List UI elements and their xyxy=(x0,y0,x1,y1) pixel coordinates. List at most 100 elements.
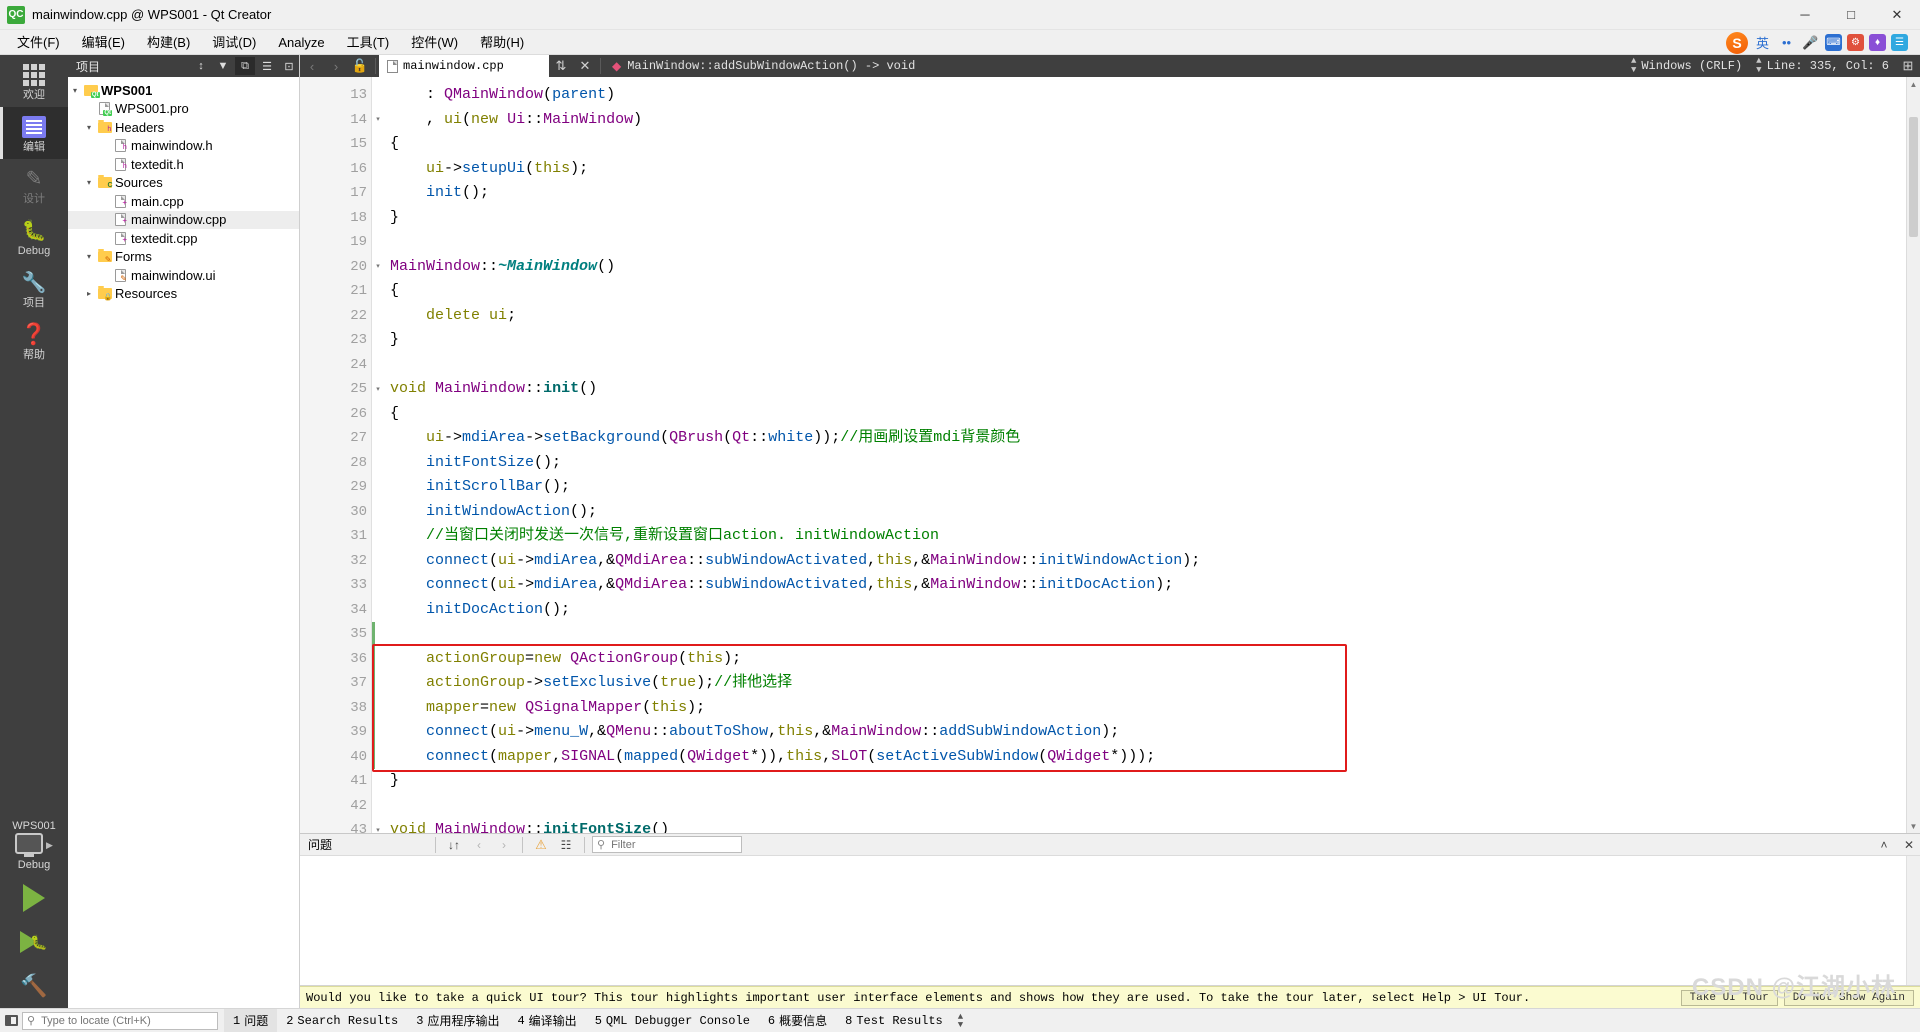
run-button[interactable] xyxy=(0,876,68,920)
divider xyxy=(522,837,523,853)
ime-punctuation-icon[interactable]: •• xyxy=(1777,33,1796,52)
mode-edit[interactable]: 编辑 xyxy=(0,107,68,159)
code-editor[interactable]: 1314▾151617181920▾2122232425▾26272829303… xyxy=(300,77,1920,833)
mode-welcome[interactable]: 欢迎 xyxy=(0,55,68,107)
output-button-search-results[interactable]: 2 Search Results xyxy=(277,1009,407,1032)
tree-item-mainwindow-cpp[interactable]: mainwindow.cpp xyxy=(68,211,299,230)
tree-item-mainwindow-ui[interactable]: mainwindow.ui xyxy=(68,266,299,285)
locator-input[interactable] xyxy=(39,1014,213,1028)
close-split-icon[interactable]: ⊡ xyxy=(279,57,299,75)
filter-toggle-icon[interactable]: ☷ xyxy=(555,835,577,855)
mode-debug[interactable]: 🐛 Debug xyxy=(0,211,68,263)
prev-issue-icon[interactable]: ‹ xyxy=(468,835,490,855)
monitor-icon xyxy=(15,833,43,857)
output-button-compile-output[interactable]: 4 编译输出 xyxy=(508,1009,585,1032)
issues-scrollbar[interactable] xyxy=(1906,856,1920,985)
output-button-test-results[interactable]: 8 Test Results xyxy=(836,1009,952,1032)
close-button[interactable]: ✕ xyxy=(1874,0,1920,30)
ime-skin-icon[interactable]: ♦ xyxy=(1869,34,1886,51)
editor-list-icon[interactable]: ⇅ xyxy=(549,55,573,77)
twisty-icon[interactable]: ▾ xyxy=(82,123,96,132)
issues-filter[interactable]: ⚲ xyxy=(592,836,742,853)
menu-file[interactable]: 文件(F) xyxy=(6,33,71,52)
ime-keyboard-icon[interactable]: ⌨ xyxy=(1825,34,1842,51)
ime-mic-icon[interactable]: 🎤 xyxy=(1801,33,1820,52)
forms-folder-icon xyxy=(96,251,113,262)
tree-item-pro-file[interactable]: WPS001.pro xyxy=(68,100,299,119)
dismiss-tour-button[interactable]: Do Not Show Again xyxy=(1784,990,1914,1006)
ime-menu-icon[interactable]: ☰ xyxy=(1891,34,1908,51)
code-line: MainWindow::~MainWindow() xyxy=(372,255,1920,280)
output-button-issues[interactable]: 1 问题 xyxy=(224,1009,277,1032)
twisty-icon[interactable]: ▾ xyxy=(68,86,82,95)
output-updown-icon[interactable]: ▲▼ xyxy=(958,1013,963,1029)
ime-language-icon[interactable]: 英 xyxy=(1753,33,1772,52)
close-editor-icon[interactable]: ✕ xyxy=(573,55,597,77)
scroll-up-icon[interactable]: ▲ xyxy=(1907,77,1920,91)
output-button-general-messages[interactable]: 6 概要信息 xyxy=(759,1009,836,1032)
body: 欢迎 编辑 ✎ 设计 🐛 Debug 🔧 项目 ❓ 帮 xyxy=(0,55,1920,1008)
close-pane-icon[interactable]: ✕ xyxy=(1898,835,1920,855)
tree-item-sources[interactable]: ▾ Sources xyxy=(68,174,299,193)
menu-window[interactable]: 控件(W) xyxy=(400,33,469,52)
nav-back-icon[interactable]: ‹ xyxy=(300,55,324,77)
mode-design[interactable]: ✎ 设计 xyxy=(0,159,68,211)
twisty-icon[interactable]: ▾ xyxy=(82,252,96,261)
take-tour-button[interactable]: Take UI Tour xyxy=(1681,990,1778,1006)
output-button-app-output[interactable]: 3 应用程序输出 xyxy=(407,1009,508,1032)
hammer-icon: 🔨 xyxy=(20,973,47,999)
tree-item-forms[interactable]: ▾ Forms xyxy=(68,248,299,267)
mode-projects[interactable]: 🔧 项目 xyxy=(0,263,68,315)
menu-tools[interactable]: 工具(T) xyxy=(336,33,401,52)
tree-item-main-cpp[interactable]: main.cpp xyxy=(68,192,299,211)
output-label: QML Debugger Console xyxy=(606,1014,750,1028)
filter-icon[interactable]: ▼ xyxy=(213,57,233,75)
minimize-pane-icon[interactable]: ˄ xyxy=(1873,835,1895,855)
minimize-button[interactable]: ─ xyxy=(1782,0,1828,30)
output-button-qml-console[interactable]: 5 QML Debugger Console xyxy=(586,1009,759,1032)
tree-item-project[interactable]: ▾ WPS001 xyxy=(68,81,299,100)
unlock-icon[interactable]: 🔓 xyxy=(348,55,372,77)
sort-icon[interactable]: ↓↑ xyxy=(443,835,465,855)
add-split-icon[interactable]: ☰ xyxy=(257,57,277,75)
sync-selection-icon[interactable]: ↕ xyxy=(191,57,211,75)
build-button[interactable]: 🔨 xyxy=(0,964,68,1008)
twisty-icon[interactable]: ▾ xyxy=(82,178,96,187)
debug-run-button[interactable]: 🐛 xyxy=(0,920,68,964)
nav-forward-icon[interactable]: › xyxy=(324,55,348,77)
kit-selector[interactable]: WPS001 ▶ Debug xyxy=(0,818,68,876)
project-tree[interactable]: ▾ WPS001 WPS001.pro ▾ Headers xyxy=(68,77,299,1008)
maximize-button[interactable]: □ xyxy=(1828,0,1874,30)
sogou-logo-icon[interactable]: S xyxy=(1726,32,1748,54)
twisty-icon[interactable]: ▸ xyxy=(82,289,96,298)
menu-edit[interactable]: 编辑(E) xyxy=(71,33,136,52)
editor-vertical-scrollbar[interactable]: ▲ ▼ xyxy=(1906,77,1920,833)
mode-help[interactable]: ❓ 帮助 xyxy=(0,315,68,367)
warning-filter-icon[interactable]: ⚠ xyxy=(530,835,552,855)
tree-item-textedit-cpp[interactable]: textedit.cpp xyxy=(68,229,299,248)
code-surface[interactable]: : QMainWindow(parent) , ui(new Ui::MainW… xyxy=(372,77,1920,833)
scroll-down-icon[interactable]: ▼ xyxy=(1907,819,1920,833)
menu-analyze[interactable]: Analyze xyxy=(267,33,335,52)
menu-help[interactable]: 帮助(H) xyxy=(469,33,535,52)
scroll-thumb[interactable] xyxy=(1909,117,1918,237)
issues-list[interactable] xyxy=(300,856,1920,986)
line-number: 23 xyxy=(300,328,371,353)
link-icon[interactable]: ⧉ xyxy=(235,57,255,75)
cursor-position[interactable]: ▲▼ Line: 335, Col: 6 xyxy=(1749,57,1896,75)
line-ending-selector[interactable]: ▲▼ Windows (CRLF) xyxy=(1624,57,1749,75)
symbol-breadcrumb[interactable]: ◆ MainWindow::addSubWindowAction() -> vo… xyxy=(604,59,923,74)
tree-item-mainwindow-h[interactable]: mainwindow.h xyxy=(68,137,299,156)
menu-build[interactable]: 构建(B) xyxy=(136,33,201,52)
next-issue-icon[interactable]: › xyxy=(493,835,515,855)
editor-tab-mainwindow-cpp[interactable]: mainwindow.cpp xyxy=(379,55,549,77)
locator[interactable]: ⚲ xyxy=(22,1012,218,1030)
tree-item-textedit-h[interactable]: textedit.h xyxy=(68,155,299,174)
tree-item-resources[interactable]: ▸ Resources xyxy=(68,285,299,304)
tree-item-headers[interactable]: ▾ Headers xyxy=(68,118,299,137)
toggle-sidebar-button[interactable] xyxy=(0,1009,22,1032)
menu-debug[interactable]: 调试(D) xyxy=(201,33,267,52)
split-editor-icon[interactable]: ⊞ xyxy=(1896,55,1920,77)
ime-toolbox-icon[interactable]: ⚙ xyxy=(1847,34,1864,51)
issues-filter-input[interactable] xyxy=(609,838,737,852)
